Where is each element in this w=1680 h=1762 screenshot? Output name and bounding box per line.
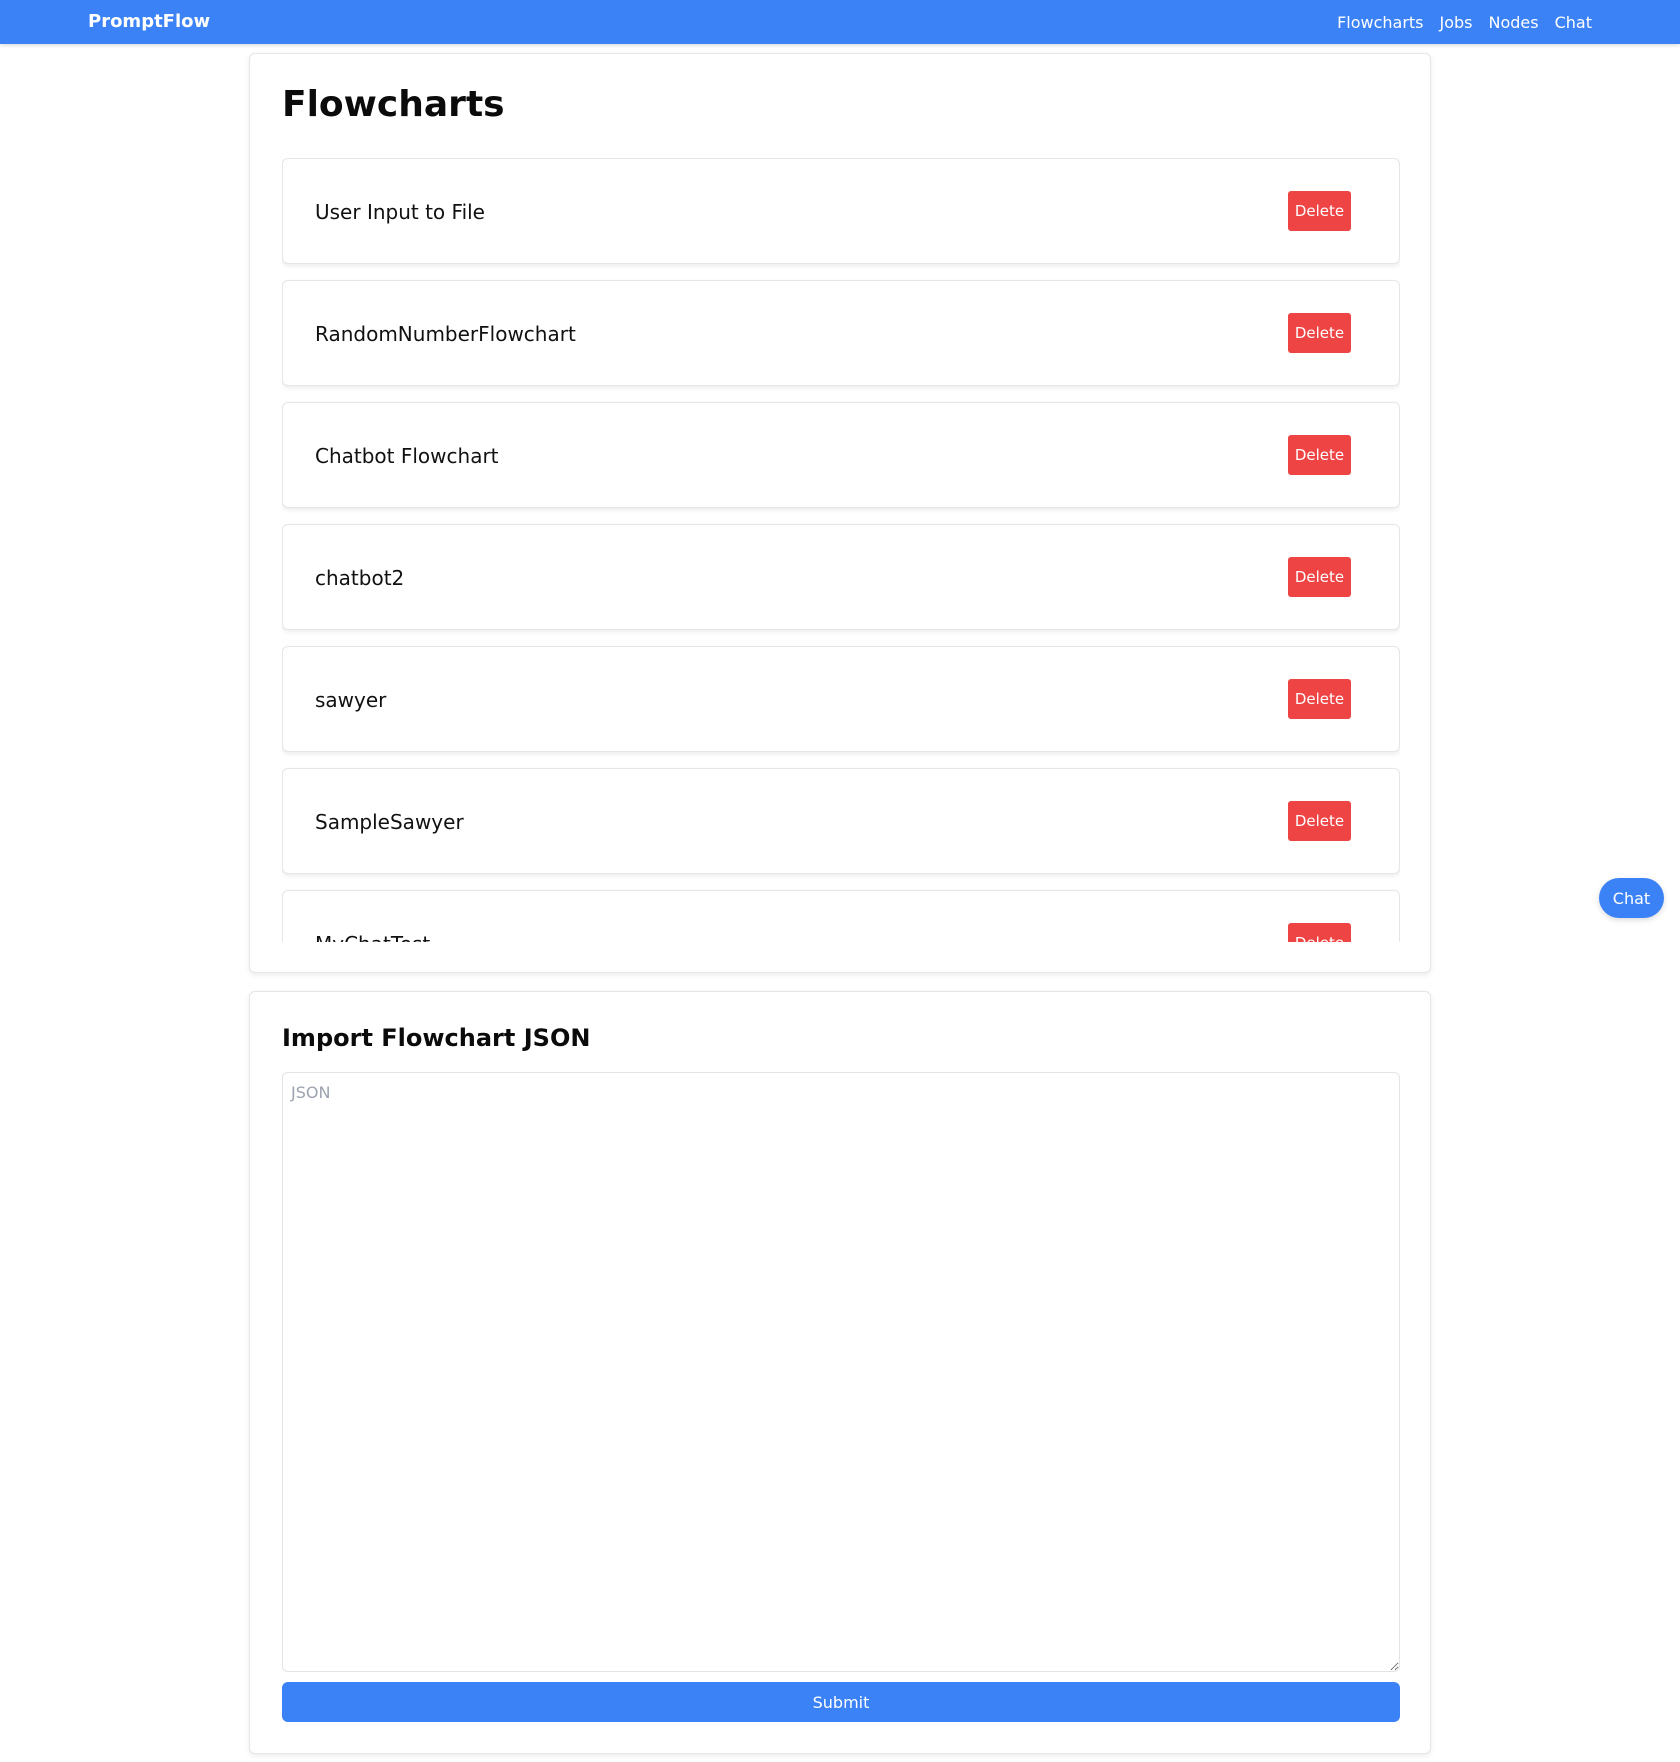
flowchart-list-item: RandomNumberFlowchart Delete [282,280,1400,386]
brand-logo[interactable]: PromptFlow [88,0,210,44]
nav-link-chat[interactable]: Chat [1555,13,1592,32]
flowchart-list-item: SampleSawyer Delete [282,768,1400,874]
submit-button[interactable]: Submit [282,1682,1400,1722]
page-title: Flowcharts [282,84,505,125]
top-navbar: PromptFlow Flowcharts Jobs Nodes Chat [0,0,1680,44]
chat-floating-button[interactable]: Chat [1599,878,1664,918]
delete-button[interactable]: Delete [1288,923,1351,942]
flowchart-name[interactable]: RandomNumberFlowchart [315,281,576,387]
flowchart-list-item: chatbot2 Delete [282,524,1400,630]
flowchart-name[interactable]: MyChatTest [315,891,430,942]
flowchart-name[interactable]: SampleSawyer [315,769,464,875]
flowchart-list-item: User Input to File Delete [282,158,1400,264]
flowchart-name[interactable]: Chatbot Flowchart [315,403,499,509]
flowchart-name[interactable]: chatbot2 [315,525,404,631]
import-title: Import Flowchart JSON [282,1024,591,1052]
flowchart-name[interactable]: sawyer [315,647,386,753]
json-input[interactable] [282,1072,1400,1672]
nav-link-jobs[interactable]: Jobs [1440,13,1473,32]
delete-button[interactable]: Delete [1288,435,1351,475]
nav-link-nodes[interactable]: Nodes [1489,13,1539,32]
flowchart-list-item: Chatbot Flowchart Delete [282,402,1400,508]
delete-button[interactable]: Delete [1288,679,1351,719]
flowchart-list[interactable]: User Input to File Delete RandomNumberFl… [282,158,1400,942]
flowchart-list-item: sawyer Delete [282,646,1400,752]
delete-button[interactable]: Delete [1288,191,1351,231]
flowchart-list-item: MyChatTest Delete [282,890,1400,942]
import-card: Import Flowchart JSON Submit [249,991,1431,1754]
flowcharts-card: Flowcharts User Input to File Delete Ran… [249,53,1431,973]
nav-link-flowcharts[interactable]: Flowcharts [1337,13,1423,32]
delete-button[interactable]: Delete [1288,557,1351,597]
delete-button[interactable]: Delete [1288,313,1351,353]
nav-links: Flowcharts Jobs Nodes Chat [1337,0,1592,44]
flowchart-name[interactable]: User Input to File [315,159,485,265]
delete-button[interactable]: Delete [1288,801,1351,841]
